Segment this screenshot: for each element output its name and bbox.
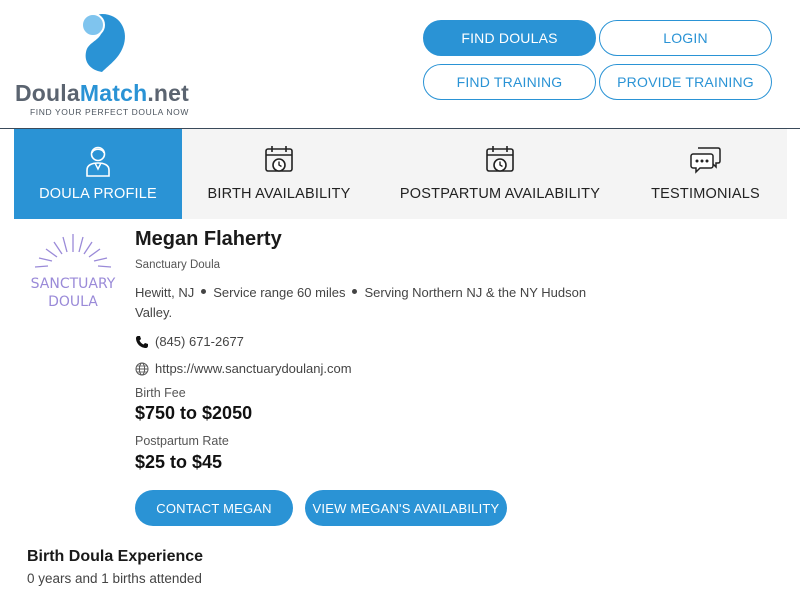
tab-label: DOULA PROFILE	[39, 186, 157, 202]
calendar-clock-icon	[486, 146, 514, 172]
doula-location: Hewitt, NJ Service range 60 miles Serving …	[135, 283, 615, 323]
provide-training-button[interactable]: PROVIDE TRAINING	[599, 64, 772, 100]
postpartum-rate-label: Postpartum Rate	[135, 434, 229, 448]
separator-dot	[352, 289, 358, 295]
phone-row: (845) 671-2677	[135, 334, 244, 349]
person-icon	[86, 146, 110, 177]
find-doulas-button[interactable]: FIND DOULAS	[423, 20, 596, 56]
tab-testimonials[interactable]: TESTIMONIALS	[624, 129, 787, 219]
tab-birth-availability[interactable]: BIRTH AVAILABILITY	[182, 129, 376, 219]
birth-fee-value: $750 to $2050	[135, 403, 253, 423]
tab-label: POSTPARTUM AVAILABILITY	[399, 186, 601, 202]
phone-number[interactable]: (845) 671-2677	[155, 334, 244, 349]
website-link[interactable]: https://www.sanctuarydoulanj.com	[155, 361, 352, 376]
avatar-text-line2: DOULA	[48, 294, 98, 310]
logo-mark-icon	[81, 13, 126, 72]
experience-title: Birth Doula Experience	[27, 548, 204, 565]
sanctuary-doula-logo-icon: SANCTUARY DOULA	[31, 234, 116, 310]
tab-postpartum-availability[interactable]: POSTPARTUM AVAILABILITY	[376, 129, 624, 219]
doula-organization: Sanctuary Doula	[135, 259, 221, 271]
service-range-text: Service range 60 miles	[213, 285, 346, 300]
contact-megan-button[interactable]: CONTACT MEGAN	[135, 490, 293, 526]
profile-tabs: DOULA PROFILE BIRTH AVAILABILITY POSTPAR…	[14, 129, 787, 219]
tab-label: BIRTH AVAILABILITY	[207, 186, 351, 202]
doula-avatar: SANCTUARY DOULA	[30, 230, 116, 316]
postpartum-rate-value: $25 to $45	[135, 452, 223, 472]
logo-wordmark: DoulaMatch.net	[15, 80, 190, 106]
birth-fee-label: Birth Fee	[135, 386, 186, 400]
login-button[interactable]: LOGIN	[599, 20, 772, 56]
phone-icon	[136, 335, 148, 348]
globe-icon	[135, 362, 149, 375]
view-availability-button[interactable]: VIEW MEGAN'S AVAILABILITY	[305, 490, 507, 526]
avatar-text-line1: SANCTUARY	[31, 276, 116, 292]
tab-label: TESTIMONIALS	[651, 186, 760, 202]
find-training-button[interactable]: FIND TRAINING	[423, 64, 596, 100]
tab-doula-profile[interactable]: DOULA PROFILE	[14, 129, 182, 219]
site-header: DoulaMatch.net FIND YOUR PERFECT DOULA N…	[0, 0, 800, 129]
separator-dot	[201, 289, 207, 295]
logo-tagline: FIND YOUR PERFECT DOULA NOW	[30, 107, 189, 117]
chat-bubbles-icon	[689, 147, 721, 174]
calendar-clock-icon	[265, 146, 293, 172]
doula-name: Megan Flaherty	[135, 228, 282, 250]
site-logo[interactable]: DoulaMatch.net FIND YOUR PERFECT DOULA N…	[14, 10, 204, 120]
location-text: Hewitt, NJ	[135, 285, 195, 300]
website-row: https://www.sanctuarydoulanj.com	[135, 361, 352, 376]
experience-text: 0 years and 1 births attended	[27, 571, 202, 586]
